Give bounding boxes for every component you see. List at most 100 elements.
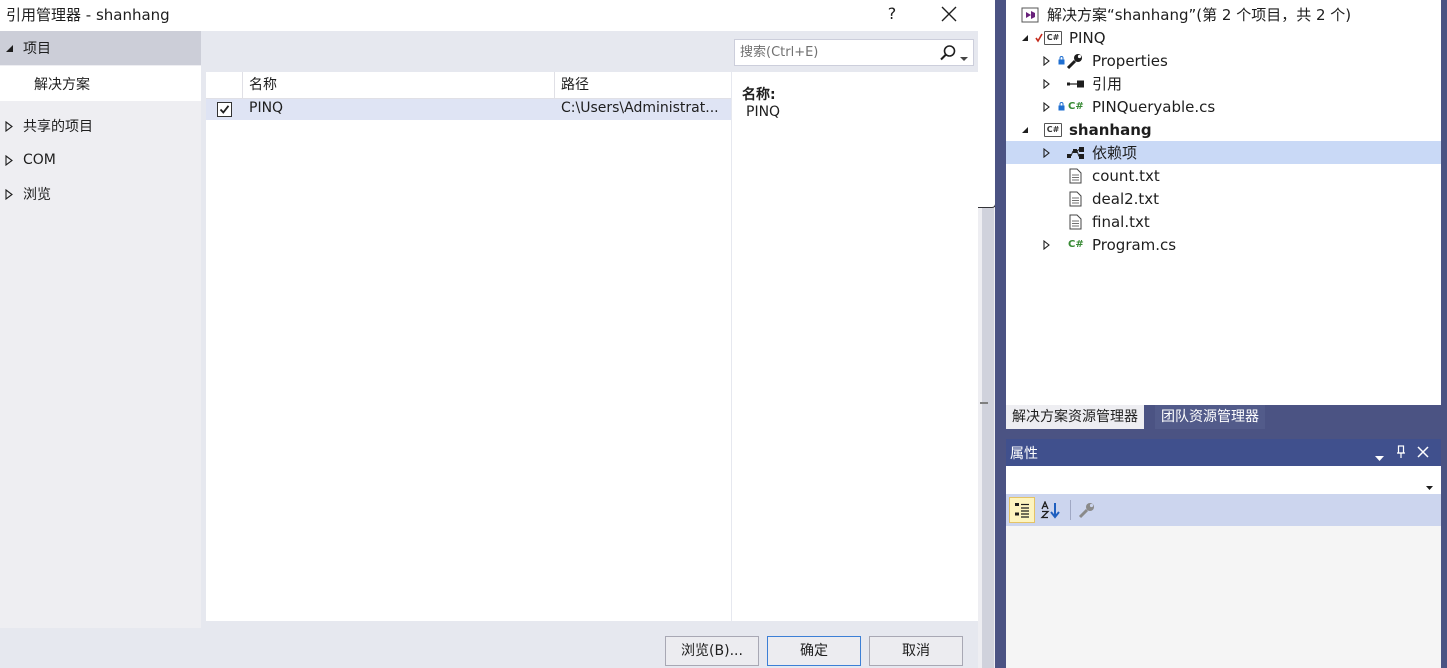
reference-checkbox[interactable] bbox=[217, 102, 232, 117]
solution-explorer-tree: 解决方案“shanhang”(第 2 个项目，共 2 个) C# PINQ Pr… bbox=[1006, 0, 1441, 405]
search-box bbox=[734, 39, 974, 66]
sort-az-icon bbox=[1040, 501, 1060, 519]
column-header-checkbox[interactable] bbox=[206, 72, 242, 99]
reference-path: C:\Users\Administrat... bbox=[561, 100, 719, 116]
property-pages-button[interactable] bbox=[1074, 497, 1100, 523]
close-icon[interactable] bbox=[1417, 446, 1429, 462]
collapsed-triangle-icon[interactable] bbox=[1043, 55, 1050, 66]
dialog-titlebar: 引用管理器 - shanhang ? bbox=[0, 0, 978, 31]
tab-solution-explorer[interactable]: 解决方案资源管理器 bbox=[1006, 405, 1144, 429]
help-button[interactable]: ? bbox=[880, 2, 904, 26]
properties-header: 属性 bbox=[1006, 439, 1441, 466]
details-name-value: PINQ bbox=[746, 104, 781, 120]
collapsed-triangle-icon[interactable] bbox=[1043, 147, 1050, 158]
tree-item-properties[interactable]: Properties bbox=[1006, 49, 1441, 72]
properties-object-select[interactable] bbox=[1006, 466, 1441, 494]
dialog-title: 引用管理器 - shanhang bbox=[6, 6, 170, 24]
tree-item-label: Properties bbox=[1092, 51, 1168, 70]
details-pane: 名称: PINQ bbox=[732, 72, 978, 621]
close-button[interactable] bbox=[936, 1, 962, 27]
tree-item-deal2-txt[interactable]: deal2.txt bbox=[1006, 187, 1441, 210]
collapsed-triangle-icon[interactable] bbox=[1043, 78, 1050, 89]
properties-grid bbox=[1006, 526, 1441, 668]
tree-item-label: 解决方案“shanhang”(第 2 个项目，共 2 个) bbox=[1047, 6, 1352, 24]
nav-item-label: 项目 bbox=[23, 41, 51, 57]
browse-button[interactable]: 浏览(B)... bbox=[665, 636, 759, 666]
csharp-file-icon: C# bbox=[1068, 239, 1084, 250]
collapsed-triangle-icon[interactable] bbox=[1043, 101, 1050, 112]
tree-item-label: PINQueryable.cs bbox=[1092, 97, 1216, 116]
csharp-project-icon: C# bbox=[1044, 30, 1062, 45]
alphabetical-button[interactable] bbox=[1038, 497, 1064, 523]
text-file-icon bbox=[1069, 214, 1082, 230]
text-file-icon bbox=[1069, 191, 1082, 207]
expanded-triangle-icon[interactable] bbox=[1021, 34, 1029, 42]
csharp-file-icon: C# bbox=[1068, 101, 1084, 112]
lock-icon bbox=[1058, 102, 1065, 111]
tree-item-pinq[interactable]: C# PINQ bbox=[1006, 26, 1441, 49]
details-name-label: 名称: bbox=[742, 87, 776, 103]
reference-list: 名称 路径 PINQ C:\Users\Administrat... bbox=[206, 72, 731, 621]
column-header-path[interactable]: 路径 bbox=[554, 72, 731, 99]
tree-item-solution[interactable]: 解决方案“shanhang”(第 2 个项目，共 2 个) bbox=[1006, 3, 1441, 26]
close-icon bbox=[941, 6, 957, 22]
tree-item-label: PINQ bbox=[1069, 28, 1106, 47]
tree-item-final-txt[interactable]: final.txt bbox=[1006, 210, 1441, 233]
tab-team-explorer[interactable]: 团队资源管理器 bbox=[1155, 405, 1265, 429]
categorized-button[interactable] bbox=[1009, 497, 1035, 523]
nav-item-shared-projects[interactable]: 共享的项目 bbox=[0, 109, 201, 143]
tool-window-border bbox=[995, 0, 1006, 668]
wrench-icon bbox=[1066, 52, 1084, 70]
collapsed-triangle-icon bbox=[5, 120, 15, 132]
expanded-triangle-icon[interactable] bbox=[1021, 126, 1029, 134]
csharp-project-icon: C# bbox=[1044, 122, 1062, 137]
tree-item-label: 引用 bbox=[1092, 75, 1123, 93]
tool-window-tabs: 解决方案资源管理器 团队资源管理器 bbox=[1006, 405, 1441, 429]
search-icon[interactable] bbox=[939, 44, 957, 66]
nav-item-projects[interactable]: 项目 bbox=[0, 31, 201, 65]
tree-item-count-txt[interactable]: count.txt bbox=[1006, 164, 1441, 187]
tree-item-label: 依赖项 bbox=[1092, 144, 1138, 162]
reference-name: PINQ bbox=[249, 100, 284, 116]
tree-item-label: deal2.txt bbox=[1092, 189, 1160, 208]
dependencies-icon bbox=[1066, 146, 1086, 160]
search-input[interactable] bbox=[735, 40, 933, 65]
nav-item-browse[interactable]: 浏览 bbox=[0, 177, 201, 211]
panel-gap bbox=[1006, 429, 1441, 439]
tree-item-label: Program.cs bbox=[1092, 235, 1177, 254]
scrollbar-marker bbox=[980, 402, 988, 404]
scrollbar-thumb[interactable] bbox=[978, 0, 996, 208]
tree-item-references[interactable]: 引用 bbox=[1006, 72, 1441, 95]
properties-title: 属性 bbox=[1010, 446, 1038, 462]
collapsed-triangle-icon bbox=[5, 188, 15, 200]
tree-item-pinqueryable[interactable]: C# PINQueryable.cs bbox=[1006, 95, 1441, 118]
reference-category-nav: 项目 解决方案 共享的项目 COM 浏览 bbox=[0, 31, 201, 628]
pin-icon[interactable] bbox=[1396, 445, 1406, 463]
ok-button[interactable]: 确定 bbox=[767, 636, 861, 666]
properties-panel: 属性 bbox=[1006, 439, 1441, 668]
nav-item-solution[interactable]: 解决方案 bbox=[0, 66, 201, 101]
nav-item-label: 解决方案 bbox=[34, 76, 90, 93]
nav-item-com[interactable]: COM bbox=[0, 143, 201, 177]
collapsed-triangle-icon bbox=[5, 154, 15, 166]
chevron-down-icon[interactable] bbox=[1375, 449, 1384, 465]
nav-item-label: COM bbox=[23, 152, 56, 168]
collapsed-triangle-icon[interactable] bbox=[1043, 239, 1050, 250]
text-file-icon bbox=[1069, 168, 1082, 184]
checkmark-icon bbox=[219, 105, 230, 114]
tree-item-shanhang[interactable]: C# shanhang bbox=[1006, 118, 1441, 141]
chevron-down-icon[interactable] bbox=[1426, 478, 1433, 494]
nav-item-label: 共享的项目 bbox=[23, 119, 93, 135]
cancel-button[interactable]: 取消 bbox=[869, 636, 963, 666]
table-row[interactable]: PINQ C:\Users\Administrat... bbox=[206, 99, 731, 120]
chevron-down-icon[interactable] bbox=[960, 50, 968, 66]
lock-icon bbox=[1058, 56, 1065, 65]
reference-manager-dialog: 引用管理器 - shanhang ? 项目 解决方案 共享的项目 COM 浏览 … bbox=[0, 0, 978, 668]
solution-icon bbox=[1021, 7, 1039, 23]
column-header-name[interactable]: 名称 bbox=[242, 72, 554, 99]
tree-item-program-cs[interactable]: C# Program.cs bbox=[1006, 233, 1441, 256]
tree-item-dependencies[interactable]: 依赖项 bbox=[1006, 141, 1441, 164]
window-border bbox=[1441, 0, 1447, 668]
wrench-icon bbox=[1078, 503, 1094, 519]
list-header: 名称 路径 bbox=[206, 72, 731, 99]
